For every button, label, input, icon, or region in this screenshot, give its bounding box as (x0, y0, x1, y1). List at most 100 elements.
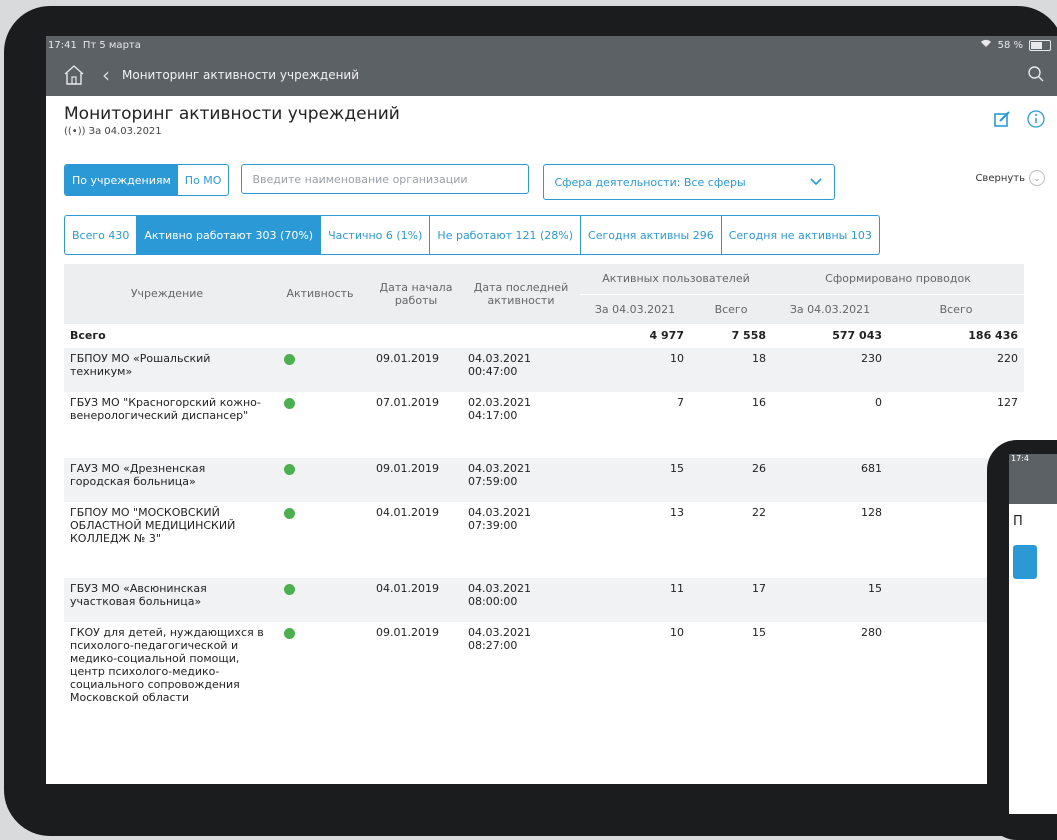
last-date: 04.03.2021 (468, 582, 531, 595)
second-seg-button (1013, 545, 1037, 579)
last-date: 02.03.2021 (468, 396, 531, 409)
seg-mo[interactable]: По МО (178, 165, 229, 195)
last-time: 00:47:00 (468, 365, 518, 378)
start-date: 04.01.2019 (370, 578, 462, 622)
institution-name: ГКОУ для детей, нуждающихся в психолого-… (70, 626, 264, 704)
last-time: 08:00:00 (468, 595, 518, 608)
second-tablet: 17:4 П (987, 440, 1057, 840)
start-date: 09.01.2019 (370, 348, 462, 392)
col-institution[interactable]: Учреждение (64, 264, 270, 325)
back-icon[interactable]: ‹ (102, 63, 110, 87)
sphere-select[interactable]: Сфера деятельности: Все сферы (543, 164, 836, 200)
tab-partial[interactable]: Частично 6 (1%) (321, 216, 431, 254)
total-row: Всего 4 977 7 558 577 043 186 436 (64, 324, 1024, 348)
tab-active[interactable]: Активно работают 303 (70%) (137, 216, 322, 254)
col-last[interactable]: Дата последней активности (462, 264, 580, 325)
table-row[interactable]: ГБПОУ МО «Рошальский техникум» 09.01.201… (64, 348, 1025, 392)
entries-total: 220 (888, 348, 1025, 392)
sphere-select-label: Сфера деятельности: Все сферы (554, 175, 746, 189)
total-entries-all: 186 436 (968, 328, 1019, 342)
start-date: 09.01.2019 (376, 626, 439, 639)
collapse-label: Свернуть (975, 172, 1025, 184)
status-bar: 17:41 Пт 5 марта 58 % (46, 36, 1057, 54)
status-dot (284, 628, 295, 639)
activity-table: Учреждение Активность Дата начала работы… (64, 264, 1025, 742)
tab-inactive[interactable]: Не работают 121 (28%) (430, 216, 582, 254)
users-total: 26 (690, 458, 773, 502)
nav-title: Мониторинг активности учреждений (122, 68, 360, 82)
users-date: 15 (580, 458, 690, 502)
last-date: 04.03.2021 (468, 352, 531, 365)
tab-today-inactive[interactable]: Сегодня не активны 103 (722, 216, 879, 254)
last-time: 07:59:00 (468, 475, 518, 488)
tab-all[interactable]: Всего 430 (65, 216, 138, 254)
entries-date: 0 (875, 396, 883, 409)
status-dot (284, 398, 295, 409)
second-status-time: 17:4 (1009, 454, 1057, 468)
tab-today-active[interactable]: Сегодня активны 296 (581, 216, 722, 254)
second-nav-bar (1009, 468, 1057, 504)
seg-institutions[interactable]: По учреждениям (65, 165, 178, 195)
last-time: 04:17:00 (468, 409, 518, 422)
table-row[interactable]: ГКОУ для детей, нуждающихся в психолого-… (64, 622, 1024, 742)
users-total: 22 (752, 506, 767, 519)
entries-date: 280 (861, 626, 883, 639)
status-dot (284, 464, 295, 475)
institution-name: ГБПОУ МО «Рошальский техникум» (64, 348, 270, 392)
users-date: 10 (670, 626, 684, 639)
view-switch: По учреждениям По МО (64, 164, 230, 196)
table-row[interactable]: ГБПОУ МО "МОСКОВСКИЙ ОБЛАСТНОЙ МЕДИЦИНСК… (64, 502, 1024, 578)
info-icon[interactable] (1027, 110, 1045, 132)
nav-bar: ‹ Мониторинг активности учреждений (46, 54, 1057, 96)
col-activity[interactable]: Активность (270, 264, 370, 325)
table-row[interactable]: ГБУЗ МО «Авсюнинская участковая больница… (64, 578, 1025, 622)
page-subtitle: ((•)) За 04.03.2021 (64, 126, 162, 137)
users-total: 16 (752, 396, 767, 409)
status-dot (284, 354, 295, 365)
second-page-title: П (1013, 514, 1023, 529)
battery-percent: 58 % (997, 39, 1023, 51)
institution-name: ГБУЗ МО «Авсюнинская участковая больница… (64, 578, 270, 622)
chevron-down-icon: ⌄ (1029, 170, 1045, 186)
col-entries: Сформировано проводок (772, 264, 1025, 295)
col-entries-date[interactable]: За 04.03.2021 (772, 294, 889, 325)
col-entries-total[interactable]: Всего (888, 294, 1025, 325)
institution-name: ГБУЗ МО "Красногорский кожно-венерологич… (70, 396, 261, 422)
page-title: Мониторинг активности учреждений (64, 104, 400, 124)
search-icon[interactable] (1027, 65, 1045, 86)
col-users-total[interactable]: Всего (690, 294, 773, 325)
edit-icon[interactable] (993, 110, 1011, 132)
table-row[interactable]: ГАУЗ МО «Дрезненская городская больница»… (64, 458, 1025, 502)
last-date: 04.03.2021 (468, 506, 531, 519)
status-tabs: Всего 430 Активно работают 303 (70%) Час… (64, 215, 880, 255)
main-content: Мониторинг активности учреждений ((•)) З… (46, 96, 1057, 704)
second-tablet-screen: 17:4 П (1009, 454, 1057, 814)
last-time: 07:39:00 (468, 519, 518, 532)
col-start[interactable]: Дата начала работы (370, 264, 462, 325)
institution-name: ГАУЗ МО «Дрезненская городская больница» (64, 458, 270, 502)
collapse-button[interactable]: Свернуть ⌄ (975, 170, 1045, 186)
entries-date: 15 (772, 578, 889, 622)
last-date: 04.03.2021 (468, 462, 531, 475)
col-users-date[interactable]: За 04.03.2021 (580, 294, 690, 325)
search-input[interactable]: Введите наименование организации (241, 164, 530, 194)
entries-date: 681 (772, 458, 889, 502)
chevron-down-icon (810, 176, 823, 189)
start-date: 04.01.2019 (376, 506, 439, 519)
users-date: 11 (580, 578, 690, 622)
start-date: 07.01.2019 (376, 396, 439, 409)
users-date: 13 (670, 506, 684, 519)
users-total: 17 (690, 578, 773, 622)
filter-row: По учреждениям По МО Введите наименовани… (64, 164, 836, 200)
institution-name: ГБПОУ МО "МОСКОВСКИЙ ОБЛАСТНОЙ МЕДИЦИНСК… (70, 506, 236, 545)
users-date: 10 (580, 348, 690, 392)
users-total: 15 (752, 626, 767, 639)
home-icon[interactable] (60, 62, 88, 88)
status-time: 17:41 (48, 39, 77, 51)
col-users: Активных пользователей (580, 264, 773, 295)
tablet-screen: 17:41 Пт 5 марта 58 % ‹ Мониторинг актив… (46, 36, 1057, 784)
entries-date: 230 (772, 348, 889, 392)
table-row[interactable]: ГБУЗ МО "Красногорский кожно-венерологич… (64, 392, 1024, 458)
users-total: 18 (690, 348, 773, 392)
total-users-all: 7 558 (731, 328, 767, 342)
